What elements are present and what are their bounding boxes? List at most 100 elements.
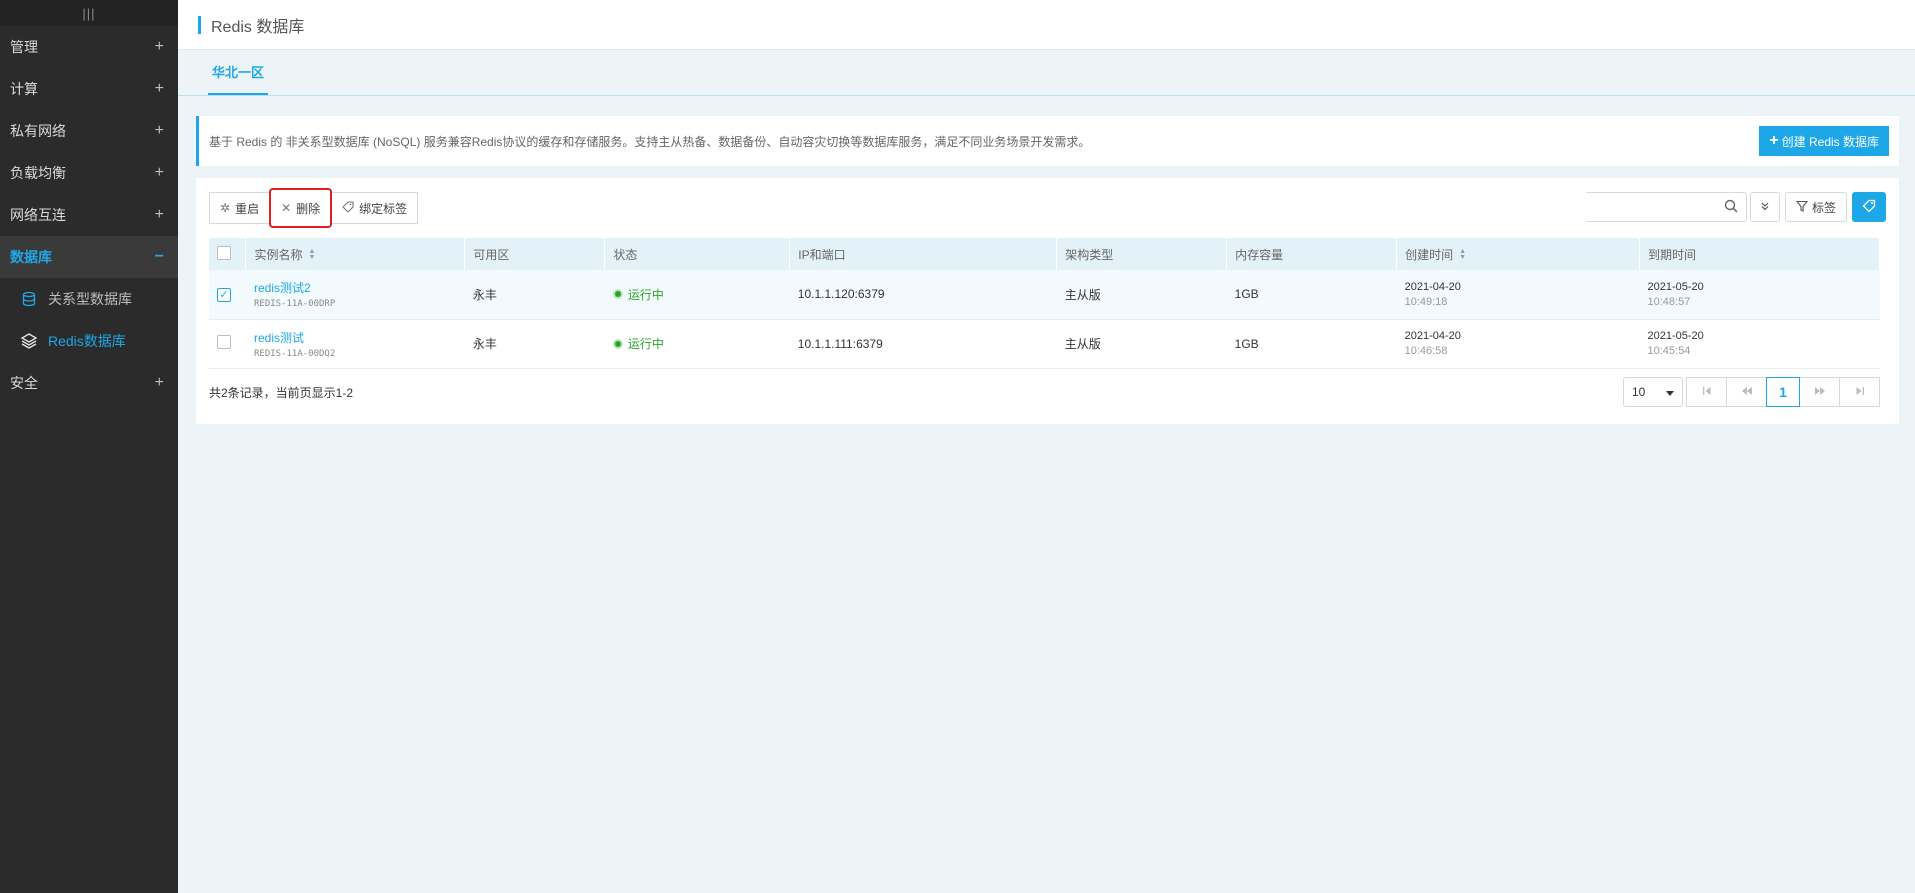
column-header-arch: 架构类型 <box>1056 238 1228 270</box>
expire-time: 10:48:57 <box>1647 295 1691 308</box>
arch-cell: 主从版 <box>1056 319 1227 369</box>
status-badge: 运行中 <box>612 335 664 352</box>
sidebar-toggle[interactable]: ||| <box>0 0 178 26</box>
filter-icon <box>1795 200 1809 215</box>
table-row[interactable]: redis测试 REDIS-11A-00DQ2 永丰 运行中 10.1.1.11… <box>209 319 1880 369</box>
search-icon[interactable] <box>1724 199 1738 216</box>
page-header: Redis 数据库 <box>178 0 1915 50</box>
layers-icon <box>20 332 38 350</box>
action-toolbar: ✲ 重启 ✕ 删除 绑定标签 <box>209 188 419 228</box>
table-footer: 共2条记录，当前页显示1-2 10 1 <box>209 376 1880 408</box>
double-chevron-down-icon <box>1760 200 1770 214</box>
plus-icon: + <box>1769 132 1779 149</box>
last-page-icon <box>1855 386 1865 399</box>
page-title: Redis 数据库 <box>211 18 305 36</box>
first-page-icon <box>1702 386 1712 399</box>
tag-icon <box>342 200 354 216</box>
search-box <box>1562 192 1747 222</box>
created-cell: 2021-04-20 10:49:18 <box>1396 270 1640 320</box>
tag-icon <box>1862 199 1876 216</box>
row-checkbox[interactable]: ✓ <box>217 287 231 302</box>
sidebar-subitem-redis[interactable]: Redis数据库 <box>0 320 178 362</box>
select-all-cell <box>209 238 247 270</box>
instance-name-link[interactable]: redis测试2 <box>254 279 465 296</box>
sidebar-item-label: 私有网络 <box>10 123 66 139</box>
table-tools: 标签 <box>1562 192 1886 224</box>
tag-filter-button[interactable]: 标签 <box>1784 192 1847 222</box>
create-redis-button[interactable]: + 创建 Redis 数据库 <box>1759 126 1889 156</box>
tab-region-north-china-1[interactable]: 华北一区 <box>208 49 269 95</box>
tag-manage-button[interactable] <box>1852 192 1886 222</box>
sidebar-item-database[interactable]: 数据库 − <box>0 236 178 278</box>
ip-cell: 10.1.1.120:6379 <box>789 270 1057 320</box>
sidebar-subitem-rds[interactable]: 关系型数据库 <box>0 278 178 320</box>
instance-table: 实例名称 ▲ ▼ 可用区 状态 IP和端口 架构类型 内存容量 创建时间 ▲ ▼ 到期时… <box>209 238 1880 369</box>
table-row[interactable]: ✓ redis测试2 REDIS-11A-00DRP 永丰 运行中 10.1.1… <box>209 270 1880 320</box>
arch-cell: 主从版 <box>1056 270 1227 320</box>
sidebar-item-vpc[interactable]: 私有网络 + <box>0 110 178 152</box>
created-cell: 2021-04-20 10:46:58 <box>1396 319 1640 369</box>
status-cell: 运行中 <box>604 319 790 369</box>
bind-tag-button[interactable]: 绑定标签 <box>331 192 419 224</box>
memory-cell: 1GB <box>1226 270 1397 320</box>
sort-icon[interactable]: ▲ ▼ <box>1459 248 1466 261</box>
sidebar-item-interconnect[interactable]: 网络互连 + <box>0 194 178 236</box>
restart-button[interactable]: ✲ 重启 <box>209 192 271 224</box>
instance-name-link[interactable]: redis测试 <box>254 329 465 346</box>
row-select-cell <box>209 319 246 369</box>
sidebar-item-management[interactable]: 管理 + <box>0 26 178 68</box>
created-date: 2021-04-20 <box>1404 280 1461 293</box>
zone-cell: 永丰 <box>464 319 605 369</box>
sidebar-item-label: 计算 <box>10 81 38 97</box>
search-input[interactable] <box>1562 193 1724 221</box>
row-checkbox[interactable] <box>217 335 231 349</box>
memory-cell: 1GB <box>1226 319 1397 369</box>
sidebar-item-compute[interactable]: 计算 + <box>0 68 178 110</box>
expire-time: 10:45:54 <box>1647 345 1691 357</box>
bind-tag-label: 绑定标签 <box>359 201 408 216</box>
page-button-current[interactable]: 1 <box>1766 377 1800 407</box>
restart-label: 重启 <box>235 201 260 216</box>
status-cell: 运行中 <box>604 270 790 320</box>
service-description: 基于 Redis 的 非关系型数据库 (NoSQL) 服务兼容Redis协议的缓… <box>209 134 1091 149</box>
sidebar-item-security[interactable]: 安全 + <box>0 362 178 404</box>
column-header-name[interactable]: 实例名称 ▲ ▼ <box>245 238 466 270</box>
sidebar-item-load-balancer[interactable]: 负载均衡 + <box>0 152 178 194</box>
expire-cell: 2021-05-20 10:45:54 <box>1639 319 1880 369</box>
sidebar-item-label: 数据库 <box>10 249 52 265</box>
expand-filter-button[interactable] <box>1749 192 1780 222</box>
column-header-expire: 到期时间 <box>1639 238 1880 270</box>
delete-label: 删除 <box>296 201 321 216</box>
plus-icon: + <box>154 374 164 391</box>
first-page-button[interactable] <box>1686 377 1727 407</box>
column-header-ip: IP和端口 <box>789 238 1058 270</box>
column-header-created[interactable]: 创建时间 ▲ ▼ <box>1396 238 1641 270</box>
last-page-button[interactable] <box>1839 377 1880 407</box>
pagination: 10 1 <box>1623 377 1880 407</box>
ip-cell: 10.1.1.111:6379 <box>789 319 1057 369</box>
delete-button[interactable]: ✕ 删除 <box>269 188 333 228</box>
created-time: 10:49:18 <box>1404 295 1448 308</box>
created-date: 2021-04-20 <box>1404 330 1461 342</box>
plus-icon: + <box>154 206 164 223</box>
prev-page-button[interactable] <box>1726 377 1767 407</box>
status-badge: 运行中 <box>612 286 664 303</box>
minus-icon: − <box>154 248 164 265</box>
region-tabs: 华北一区 <box>178 50 1915 96</box>
column-header-memory: 内存容量 <box>1226 238 1398 270</box>
select-all-checkbox[interactable] <box>217 245 231 260</box>
status-dot-icon <box>612 289 623 300</box>
database-icon <box>20 290 38 308</box>
close-icon: ✕ <box>281 201 292 215</box>
status-dot-icon <box>612 338 623 349</box>
status-label: 运行中 <box>627 337 664 351</box>
next-page-button[interactable] <box>1799 377 1840 407</box>
tag-filter-label: 标签 <box>1811 200 1836 215</box>
created-time: 10:46:58 <box>1404 345 1448 357</box>
sort-icon[interactable]: ▲ ▼ <box>309 248 316 261</box>
status-label: 运行中 <box>627 287 664 302</box>
restart-icon: ✲ <box>220 201 231 215</box>
double-chevron-right-icon <box>1814 386 1826 399</box>
page-size-select[interactable]: 10 <box>1623 377 1683 407</box>
sidebar-subitem-label: Redis数据库 <box>48 333 126 349</box>
